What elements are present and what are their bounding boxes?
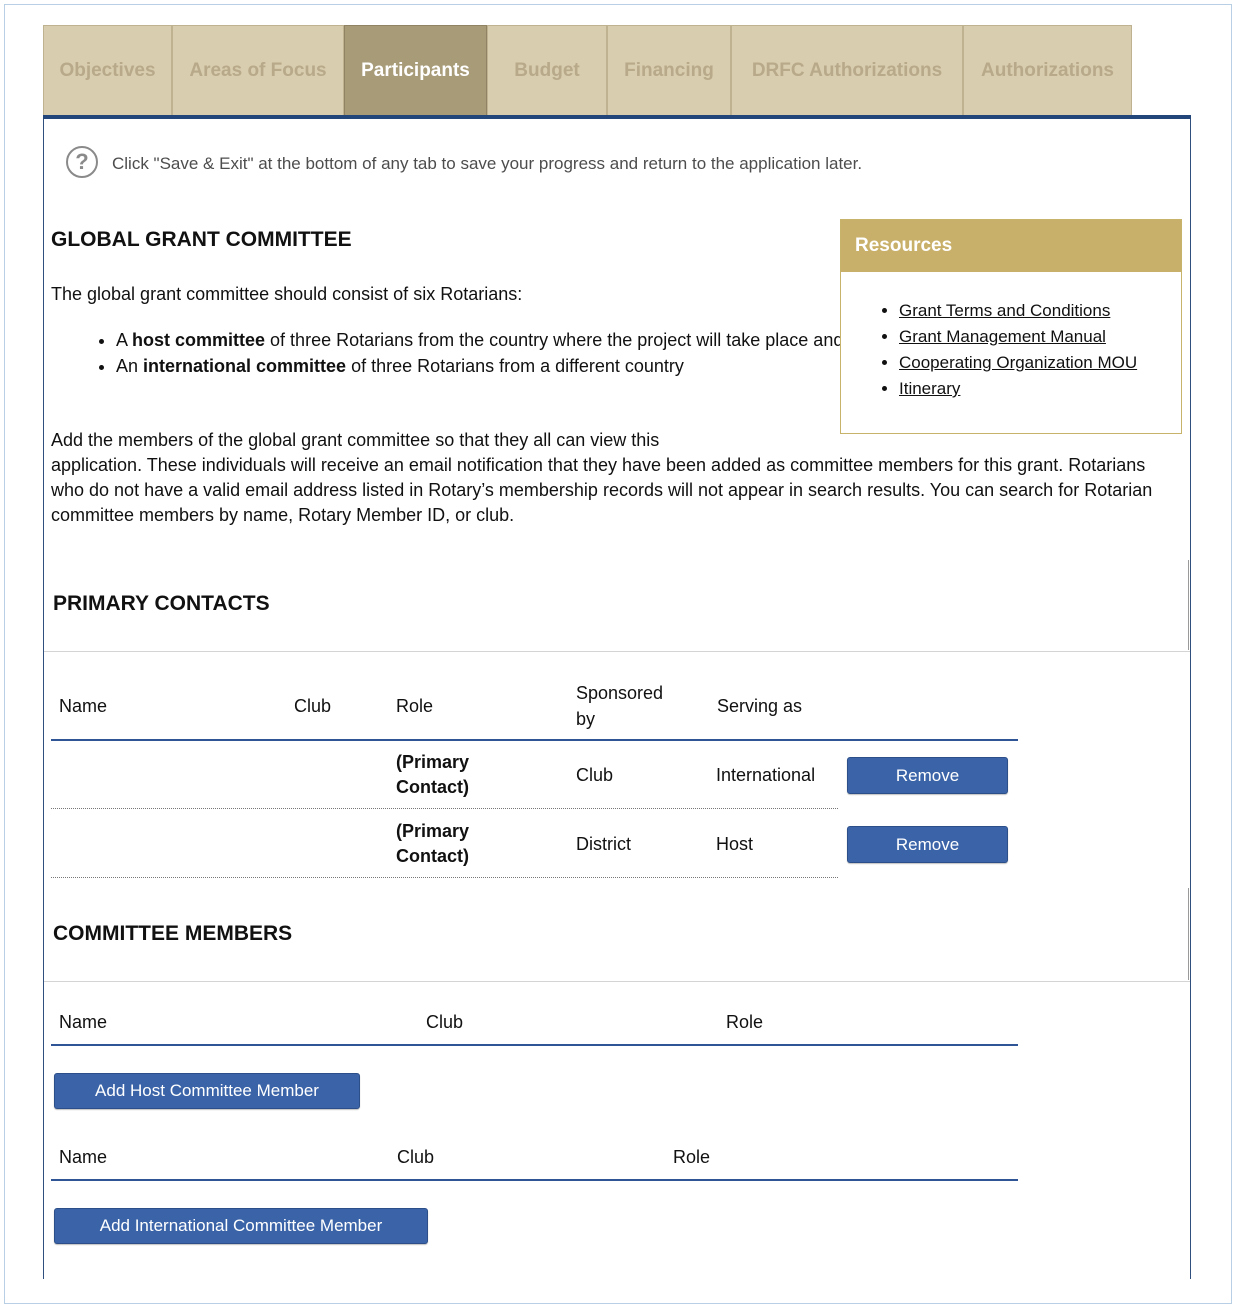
international-column-header-club: Club — [397, 1147, 435, 1167]
section-divider — [1188, 560, 1189, 650]
committee-intro: The global grant committee should consis… — [51, 284, 523, 304]
tab-budget[interactable]: Budget — [487, 25, 607, 115]
column-header-club: Club — [294, 696, 332, 716]
row-divider — [51, 808, 838, 809]
committee-heading: GLOBAL GRANT COMMITTEE — [51, 228, 352, 251]
help-question-icon[interactable]: ? — [66, 146, 98, 178]
list-item: A host committee of three Rotarians from… — [116, 328, 876, 353]
tab-areas-of-focus[interactable]: Areas of Focus — [172, 25, 344, 115]
column-header-sponsored-by: by — [576, 709, 596, 729]
committee-members-heading: COMMITTEE MEMBERS — [53, 922, 293, 945]
resources-header: Resources — [841, 220, 1181, 272]
column-header-role: Role — [396, 696, 434, 716]
tab-participants[interactable]: Participants — [344, 25, 487, 115]
add-host-committee-member-button[interactable]: Add Host Committee Member — [54, 1073, 360, 1109]
column-header-name: Name — [59, 696, 108, 716]
add-international-committee-member-button[interactable]: Add International Committee Member — [54, 1208, 428, 1244]
international-column-header-role: Role — [673, 1147, 711, 1167]
tab-drfc-authorizations[interactable]: DRFC Authorizations — [731, 25, 963, 115]
table-cell-serving-as: Host — [716, 834, 754, 854]
table-cell-role: Contact) — [396, 846, 469, 866]
column-header-serving-as: Serving as — [717, 696, 803, 716]
table-cell-sponsored-by: Club — [576, 765, 614, 785]
list-item: An international committee of three Rota… — [116, 354, 876, 379]
table-cell-serving-as: International — [716, 765, 816, 785]
committee-description: application. These individuals will rece… — [51, 455, 1153, 525]
table-header-rule — [51, 1179, 1018, 1181]
save-exit-hint: Click "Save & Exit" at the bottom of any… — [112, 154, 863, 173]
tab-objectives[interactable]: Objectives — [43, 25, 172, 115]
section-divider — [44, 981, 1190, 982]
section-divider — [44, 651, 1190, 652]
resources-link-list: Grant Terms and Conditions Grant Managem… — [841, 298, 1181, 402]
link-cooperating-organization-mou[interactable]: Cooperating Organization MOU — [899, 353, 1137, 372]
section-divider — [1188, 888, 1189, 980]
tab-financing[interactable]: Financing — [607, 25, 731, 115]
link-itinerary[interactable]: Itinerary — [899, 379, 960, 398]
remove-button[interactable]: Remove — [847, 826, 1008, 863]
table-header-rule — [51, 1044, 1018, 1046]
table-cell-role: Contact) — [396, 777, 469, 797]
row-divider — [51, 877, 838, 878]
committee-description-line1: Add the members of the global grant comm… — [51, 430, 660, 450]
remove-button[interactable]: Remove — [847, 757, 1008, 794]
table-cell-role: (Primary — [396, 752, 470, 772]
host-column-header-role: Role — [726, 1012, 764, 1032]
primary-contacts-heading: PRIMARY CONTACTS — [53, 592, 270, 615]
table-cell-role: (Primary — [396, 821, 470, 841]
table-cell-sponsored-by: District — [576, 834, 631, 854]
link-grant-terms[interactable]: Grant Terms and Conditions — [899, 301, 1110, 320]
resources-panel: Resources Grant Terms and Conditions Gra… — [840, 219, 1182, 434]
link-grant-management-manual[interactable]: Grant Management Manual — [899, 327, 1106, 346]
column-header-sponsored-by: Sponsored — [576, 683, 664, 703]
committee-composition-list: A host committee of three Rotarians from… — [86, 328, 876, 380]
tab-authorizations[interactable]: Authorizations — [963, 25, 1132, 115]
table-header-rule — [51, 739, 1018, 741]
host-column-header-name: Name — [59, 1012, 108, 1032]
host-column-header-club: Club — [426, 1012, 464, 1032]
international-column-header-name: Name — [59, 1147, 108, 1167]
